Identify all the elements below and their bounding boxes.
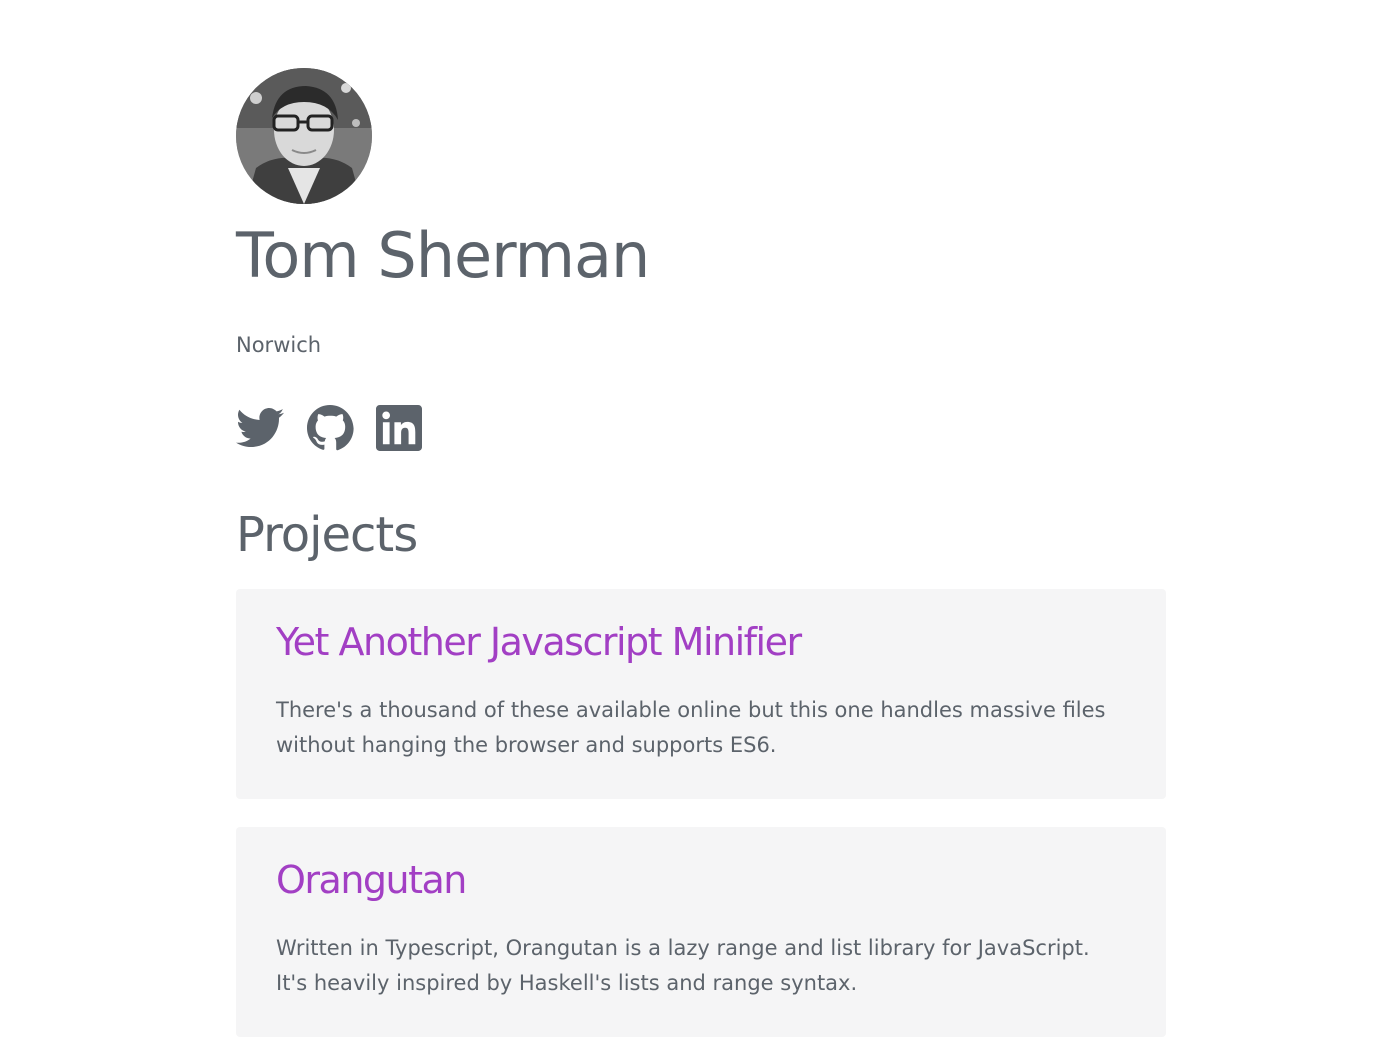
github-link[interactable] xyxy=(306,404,354,452)
page: Tom Sherman Norwich Projects Yet Another… xyxy=(0,0,1400,1050)
project-card: Yet Another Javascript Minifier There's … xyxy=(236,589,1166,799)
twitter-icon xyxy=(236,408,284,447)
linkedin-link[interactable] xyxy=(376,405,422,451)
project-title-link[interactable]: Yet Another Javascript Minifier xyxy=(276,617,802,667)
profile-content: Tom Sherman Norwich Projects Yet Another… xyxy=(236,68,1166,1050)
project-description: There's a thousand of these available on… xyxy=(276,698,1106,757)
projects-list: Yet Another Javascript Minifier There's … xyxy=(236,589,1166,1037)
linkedin-icon xyxy=(376,405,422,451)
project-card: Orangutan Written in Typescript, Orangut… xyxy=(236,827,1166,1037)
projects-heading: Projects xyxy=(236,507,418,563)
project-title-link[interactable]: Orangutan xyxy=(276,855,467,905)
avatar xyxy=(236,68,372,204)
github-icon xyxy=(307,405,354,451)
profile-location: Norwich xyxy=(236,333,322,357)
project-description: Written in Typescript, Orangutan is a la… xyxy=(276,936,1090,995)
profile-name: Tom Sherman xyxy=(236,219,650,292)
profile-photo-icon xyxy=(236,68,372,204)
social-links xyxy=(236,403,1166,453)
twitter-link[interactable] xyxy=(236,408,284,448)
